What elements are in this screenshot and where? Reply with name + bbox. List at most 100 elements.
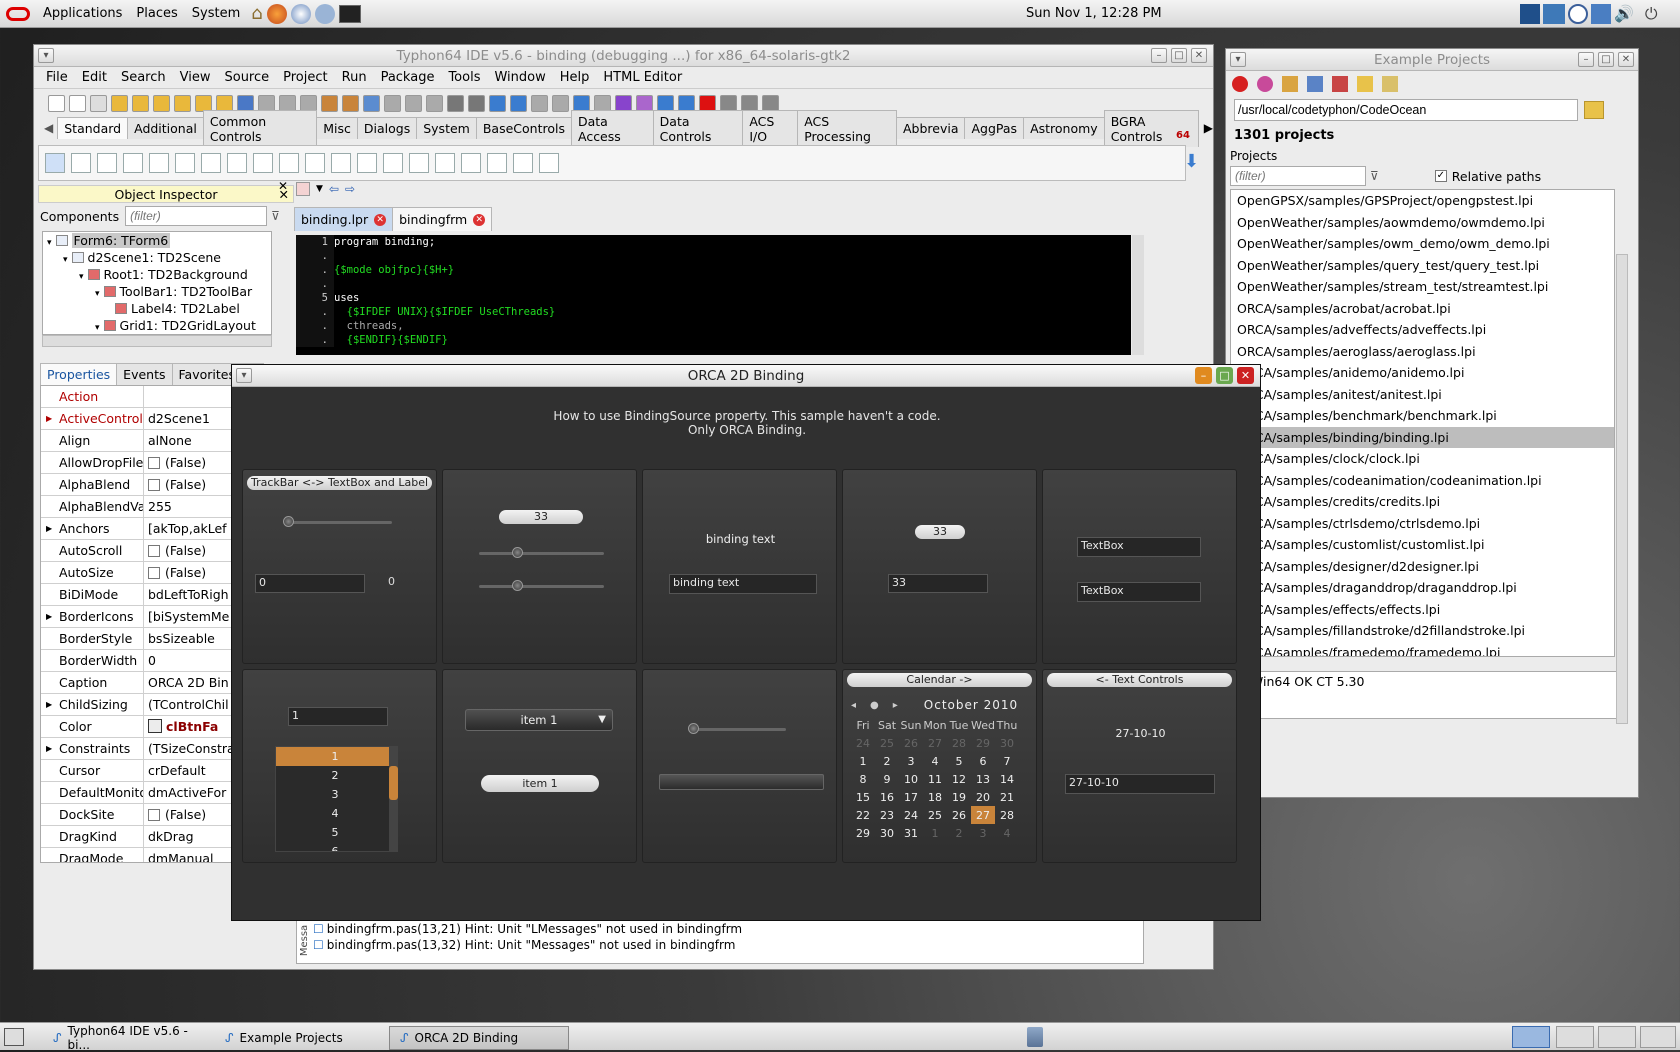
component-tree[interactable]: ▾ Form6: TForm6 ▾ d2Scene1: TD2Scene ▾ Root1:… xyxy=(42,231,272,335)
project-item[interactable]: ORCA/samples/framedemo/framedemo.lpi xyxy=(1231,642,1614,657)
relative-paths-checkbox[interactable]: ✓ xyxy=(1434,170,1447,182)
network-monitor-icon[interactable] xyxy=(1520,3,1540,24)
home-icon[interactable]: ⌂ xyxy=(251,3,262,24)
palette-image-icon[interactable] xyxy=(539,153,559,173)
projects-list[interactable]: OpenGPSX/samples/GPSProject/opengpstest.… xyxy=(1230,189,1615,657)
palette-left-arrow[interactable]: ◀ xyxy=(44,121,53,135)
cal-prev-icon[interactable]: ◂ xyxy=(851,700,856,711)
inspector-close-x[interactable]: ✕ xyxy=(278,179,288,193)
cal-day[interactable]: 24 xyxy=(899,806,923,824)
palette-radio-icon[interactable] xyxy=(305,153,325,173)
toolbar-icon-14[interactable] xyxy=(321,94,338,112)
cal-day[interactable]: 29 xyxy=(851,824,875,842)
cal-day[interactable]: 4 xyxy=(923,752,947,770)
toolbar-icon-16[interactable] xyxy=(363,94,380,112)
expand-icon[interactable]: ▶ xyxy=(46,408,52,429)
code-editor[interactable]: 1 program binding;.. {$mode objfpc}{$H+}. 5… xyxy=(296,235,1131,355)
editor-home-icon[interactable] xyxy=(296,182,310,196)
palette-actionlist-icon[interactable] xyxy=(513,153,533,173)
workspace-3[interactable] xyxy=(1598,1025,1636,1048)
remove-tree-icon[interactable] xyxy=(1332,76,1348,92)
taskbar-projects[interactable]: ᔑ Example Projects xyxy=(214,1026,389,1050)
orca-window-menu-icon[interactable]: ▾ xyxy=(236,368,252,383)
orca-titlebar[interactable]: ▾ ORCA 2D Binding – □ ✕ xyxy=(232,365,1260,387)
project-item[interactable]: OpenGPSX/samples/GPSProject/opengpstest.… xyxy=(1231,190,1614,212)
palette-tab-dialogs[interactable]: Dialogs xyxy=(356,117,418,139)
menu-edit[interactable]: Edit xyxy=(82,70,107,85)
cal-day[interactable]: 18 xyxy=(923,788,947,806)
system-menu[interactable]: System xyxy=(185,6,247,21)
p8-trackbar[interactable] xyxy=(691,728,786,731)
tree-node[interactable]: Label4: TD2Label xyxy=(43,300,271,317)
menu-project[interactable]: Project xyxy=(283,70,327,85)
places-menu[interactable]: Places xyxy=(129,6,184,21)
palette-pointer-icon[interactable] xyxy=(45,153,65,173)
palette-right-arrow[interactable]: ▶ xyxy=(1204,121,1213,135)
taskbar-orca[interactable]: ᔑ ORCA 2D Binding xyxy=(389,1025,569,1050)
p7-button[interactable]: item 1 xyxy=(481,775,599,792)
ide-titlebar[interactable]: ▾ Typhon64 IDE v5.6 - binding (debugging… xyxy=(34,45,1213,67)
project-item[interactable]: ORCA/samples/draganddrop/draganddrop.lpi xyxy=(1231,577,1614,599)
tree-node[interactable]: ▾ Grid1: TD2GridLayout xyxy=(43,317,271,334)
projects-titlebar[interactable]: ▾ Example Projects – □ ✕ xyxy=(1226,49,1638,71)
cal-today-icon[interactable]: ● xyxy=(870,700,879,711)
expand-icon[interactable]: ▶ xyxy=(46,606,52,627)
cal-day[interactable]: 20 xyxy=(971,788,995,806)
toolbar-icon-19[interactable] xyxy=(426,94,443,112)
list-item[interactable]: 5 xyxy=(276,823,394,842)
p2-trackbar-1-knob[interactable] xyxy=(512,547,523,558)
show-desktop-icon[interactable] xyxy=(4,1027,24,1046)
cal-day[interactable]: 29 xyxy=(971,734,995,752)
p1-textbox[interactable]: 0 xyxy=(255,574,365,593)
applications-menu[interactable]: Applications xyxy=(36,6,129,21)
menu-window[interactable]: Window xyxy=(494,70,545,85)
expand-icon[interactable]: ▶ xyxy=(46,694,52,715)
toolbar-icon-3[interactable] xyxy=(90,94,107,112)
stop-icon[interactable] xyxy=(1232,76,1248,92)
project-item[interactable]: ORCA/samples/acrobat/acrobat.lpi xyxy=(1231,298,1614,320)
p7-combobox[interactable]: item 1 ▼ xyxy=(465,709,613,731)
cal-day[interactable]: 10 xyxy=(899,770,923,788)
cal-day[interactable]: 26 xyxy=(899,734,923,752)
calendar-grid[interactable]: Fri Sat Sun Mon Tue Wed Thu 24 25 26 27 28 29 30 1 2 3 4 5… xyxy=(851,716,1019,842)
menu-help[interactable]: Help xyxy=(560,70,590,85)
toolbar-icon-23[interactable] xyxy=(510,94,527,112)
toolbar-icon-4[interactable] xyxy=(111,94,128,112)
message-item[interactable]: ☐ bindingfrm.pas(13,21) Hint: Unit "LMess… xyxy=(313,921,1143,937)
cal-day[interactable]: 25 xyxy=(923,806,947,824)
project-item[interactable]: ORCA/samples/anidemo/anidemo.lpi xyxy=(1231,362,1614,384)
p4-textbox[interactable]: 33 xyxy=(888,574,988,593)
editor-tab-bindingfrm[interactable]: bindingfrm ✕ xyxy=(392,207,493,231)
messages-list[interactable]: ☐ bindingfrm.pas(13,21) Hint: Unit "LMess… xyxy=(313,921,1143,953)
clock[interactable]: Sun Nov 1, 12:28 PM xyxy=(1026,6,1162,21)
taskbar-ide[interactable]: ᔑ Typhon64 IDE v5.6 - bi... xyxy=(42,1024,214,1052)
palette-tab-common-controls[interactable]: Common Controls xyxy=(202,109,318,147)
project-item[interactable]: ORCA/samples/credits/credits.lpi xyxy=(1231,491,1614,513)
trash-icon[interactable] xyxy=(1027,1026,1043,1047)
property-checkbox[interactable] xyxy=(148,809,160,821)
cal-day[interactable]: 28 xyxy=(995,806,1019,824)
close-tab-icon[interactable]: ✕ xyxy=(374,213,387,226)
toolbar-icon-7[interactable] xyxy=(174,94,191,112)
palette-frame-icon[interactable] xyxy=(71,153,91,173)
p6-textbox[interactable]: 1 xyxy=(288,707,388,726)
cal-day[interactable]: 21 xyxy=(995,788,1019,806)
window-menu-icon[interactable]: ▾ xyxy=(38,48,54,63)
palette-tab-acs-i-o[interactable]: ACS I/O xyxy=(742,109,799,147)
cal-day[interactable]: 30 xyxy=(995,734,1019,752)
toolbar-icon-24[interactable] xyxy=(531,94,548,112)
cal-day[interactable]: 27 xyxy=(923,734,947,752)
open-folder-icon[interactable] xyxy=(1357,76,1373,92)
inspector-tab-events[interactable]: Events xyxy=(116,363,173,385)
list-item[interactable]: 6 xyxy=(276,842,394,851)
toolbar-icon-1[interactable] xyxy=(48,94,65,112)
toolbar-icon-17[interactable] xyxy=(384,94,401,112)
update-icon[interactable] xyxy=(314,3,335,24)
palette-edit-icon[interactable] xyxy=(201,153,221,173)
maximize-button[interactable]: □ xyxy=(1171,48,1187,63)
expand-icon[interactable]: ▾ xyxy=(95,289,100,299)
cal-day[interactable]: 3 xyxy=(899,752,923,770)
build-icon[interactable] xyxy=(1282,76,1298,92)
expand-icon[interactable]: ▾ xyxy=(95,323,100,333)
project-item[interactable]: ORCA/samples/aeroglass/aeroglass.lpi xyxy=(1231,341,1614,363)
